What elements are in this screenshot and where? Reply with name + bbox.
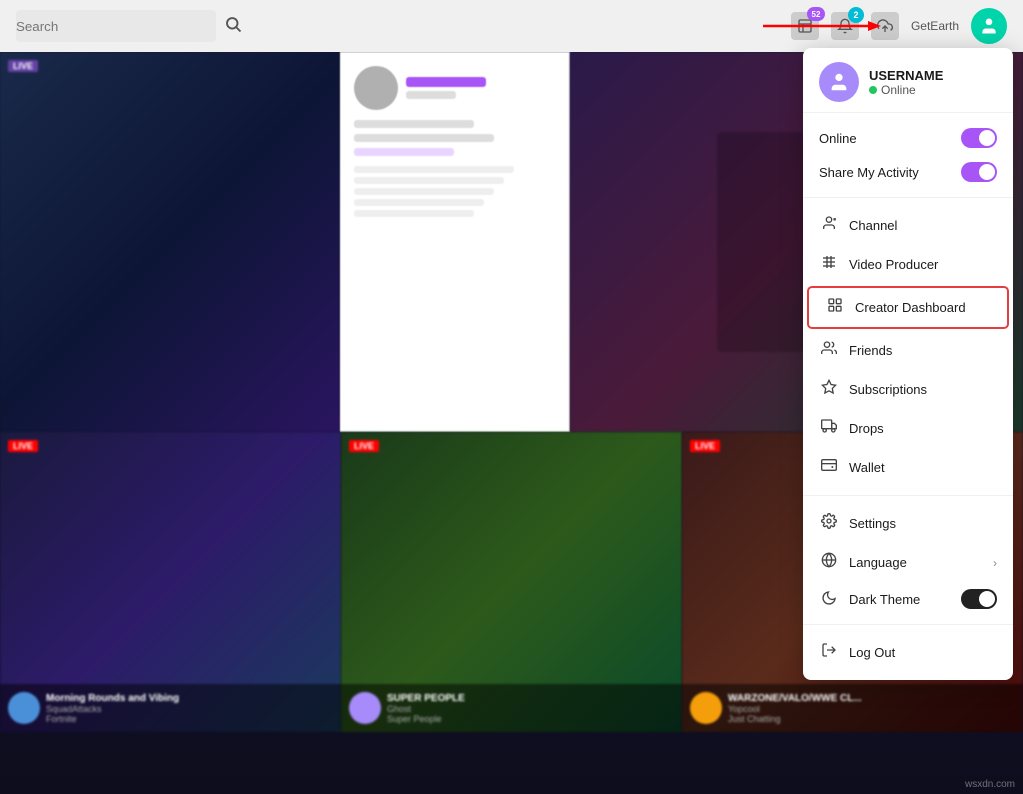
menu-avatar xyxy=(819,62,859,102)
dark-theme-toggle-row: Dark Theme xyxy=(803,582,1013,616)
menu-item-creator-dashboard[interactable]: Creator Dashboard xyxy=(807,286,1009,329)
wallet-icon xyxy=(819,457,839,478)
search-icon[interactable] xyxy=(224,15,242,38)
profile-label-btn[interactable]: GetEarth xyxy=(911,19,959,33)
drops-label: Drops xyxy=(849,421,997,436)
menu-item-language[interactable]: Language › xyxy=(803,543,1013,582)
menu-item-friends[interactable]: Friends xyxy=(803,331,1013,370)
menu-items-section: Channel Video Producer xyxy=(803,198,1013,496)
menu-item-logout[interactable]: Log Out xyxy=(803,633,1013,672)
status-dot xyxy=(869,86,877,94)
menu-username: USERNAME xyxy=(869,68,943,83)
watermark: wsxdn.com xyxy=(965,779,1015,790)
menu-status: Online xyxy=(869,83,943,97)
settings-label: Settings xyxy=(849,516,997,531)
creator-dashboard-icon xyxy=(825,297,845,318)
online-label: Online xyxy=(819,131,857,146)
language-chevron: › xyxy=(993,556,997,570)
search-input[interactable] xyxy=(16,10,216,42)
menu-toggles-section: Online Share My Activity xyxy=(803,113,1013,198)
share-activity-toggle[interactable] xyxy=(961,162,997,182)
menu-item-subscriptions[interactable]: Subscriptions xyxy=(803,370,1013,409)
channel-label: Channel xyxy=(849,218,997,233)
video-producer-icon xyxy=(819,254,839,275)
profile-avatar-button[interactable] xyxy=(971,8,1007,44)
online-toggle-row: Online xyxy=(803,121,1013,155)
logout-label: Log Out xyxy=(849,645,997,660)
video-producer-label: Video Producer xyxy=(849,257,997,272)
channel-icon xyxy=(819,215,839,236)
user-dropdown-menu: USERNAME Online Online Share My Activity xyxy=(803,48,1013,680)
menu-settings-section: Settings Language › Dark Theme xyxy=(803,496,1013,625)
menu-status-text: Online xyxy=(881,83,916,97)
dark-theme-label: Dark Theme xyxy=(849,592,920,607)
share-activity-label: Share My Activity xyxy=(819,165,919,180)
language-icon xyxy=(819,552,839,573)
menu-user-info: USERNAME Online xyxy=(869,68,943,97)
wallet-label: Wallet xyxy=(849,460,997,475)
dark-theme-left: Dark Theme xyxy=(819,590,920,609)
share-activity-toggle-row: Share My Activity xyxy=(803,155,1013,189)
dark-theme-toggle[interactable] xyxy=(961,589,997,609)
friends-label: Friends xyxy=(849,343,997,358)
menu-logout-section: Log Out xyxy=(803,625,1013,680)
friends-icon xyxy=(819,340,839,361)
menu-header: USERNAME Online xyxy=(803,48,1013,113)
language-label: Language xyxy=(849,555,983,570)
creator-dashboard-row[interactable]: Creator Dashboard xyxy=(809,288,1007,327)
menu-item-drops[interactable]: Drops xyxy=(803,409,1013,448)
subscriptions-label: Subscriptions xyxy=(849,382,997,397)
settings-icon xyxy=(819,513,839,534)
drops-icon xyxy=(819,418,839,439)
online-toggle[interactable] xyxy=(961,128,997,148)
subscriptions-icon xyxy=(819,379,839,400)
menu-item-video-producer[interactable]: Video Producer xyxy=(803,245,1013,284)
menu-item-channel[interactable]: Channel xyxy=(803,206,1013,245)
menu-item-settings[interactable]: Settings xyxy=(803,504,1013,543)
menu-item-wallet[interactable]: Wallet xyxy=(803,448,1013,487)
topbar-actions: 52 2 GetEarth xyxy=(791,8,1007,44)
logout-icon xyxy=(819,642,839,663)
creator-dashboard-label: Creator Dashboard xyxy=(855,300,991,315)
dark-theme-icon xyxy=(819,590,839,609)
topbar: 52 2 GetEarth xyxy=(0,0,1023,52)
top-arrow xyxy=(763,14,883,38)
